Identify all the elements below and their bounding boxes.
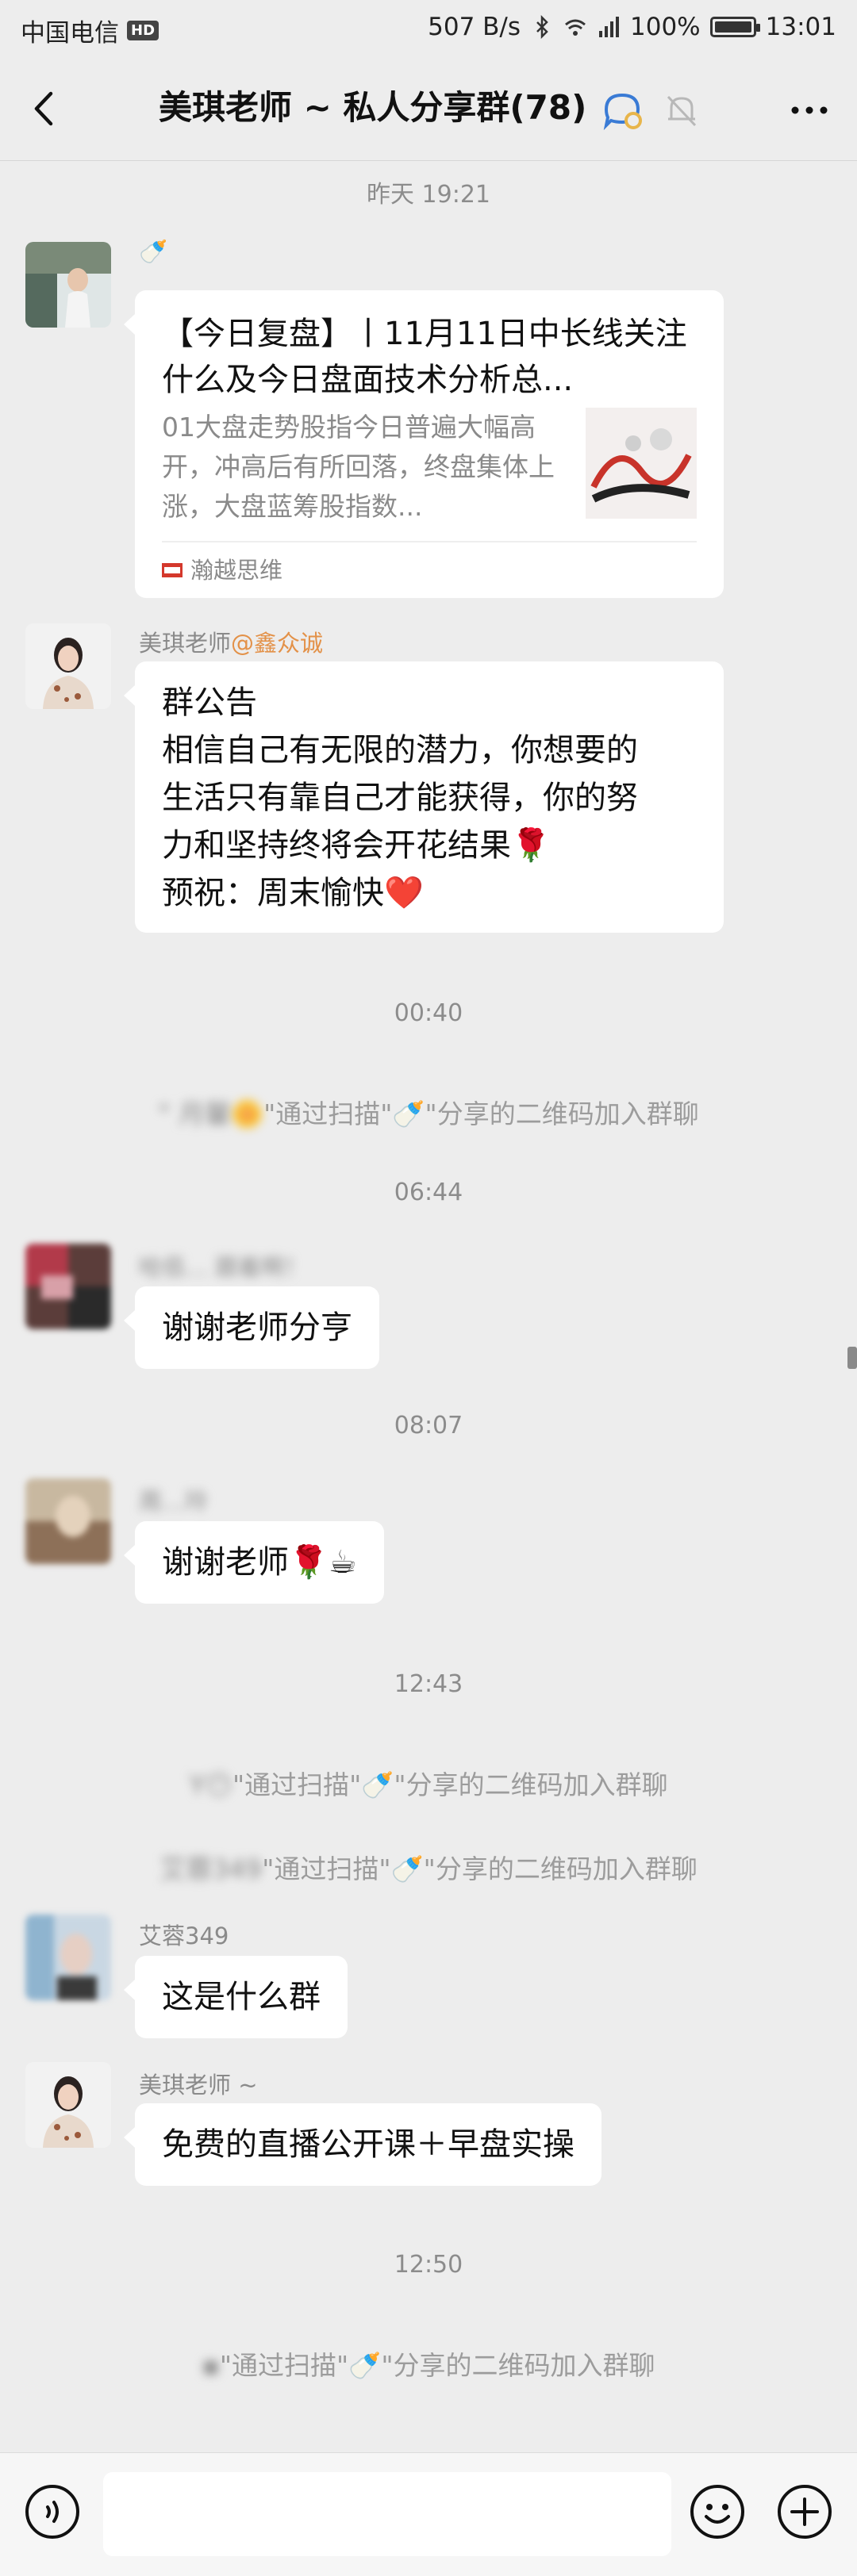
join-text: "通过扫描"🍼"分享的二维码加入群聊 bbox=[263, 1098, 699, 1129]
join-text: "通过扫描"🍼"分享的二维码加入群聊 bbox=[232, 1769, 668, 1800]
announcement-bubble[interactable]: 群公告 相信自己有无限的潜力，你想要的 生活只有靠自己才能获得，你的努 力和坚持… bbox=[124, 661, 724, 933]
more-options-icon[interactable] bbox=[786, 90, 833, 130]
system-join-notice: Y😶"通过扫描"🍼"分享的二维码加入群聊 bbox=[0, 1764, 857, 1802]
group-chat-icon[interactable] bbox=[601, 89, 644, 132]
timestamp: 08:07 bbox=[394, 1412, 463, 1439]
sender-name: 美琪老师@鑫众诚 bbox=[139, 630, 324, 657]
system-join-notice: 艾蓉349"通过扫描"🍼"分享的二维码加入群聊 bbox=[0, 1848, 857, 1886]
system-join-notice: " 月馨🌼"通过扫描"🍼"分享的二维码加入群聊 bbox=[0, 1093, 857, 1131]
card-source-name: 瀚越思维 bbox=[190, 557, 283, 584]
blurred-username[interactable]: ▪ bbox=[202, 2350, 220, 2381]
message-bubble[interactable]: 谢谢老师分亨 bbox=[124, 1286, 379, 1369]
avatar[interactable] bbox=[25, 1244, 111, 1329]
blurred-username[interactable]: Y😶 bbox=[189, 1769, 233, 1800]
system-join-notice: ▪"通过扫描"🍼"分享的二维码加入群聊 bbox=[0, 2344, 857, 2382]
battery-icon bbox=[709, 17, 760, 37]
message-bubble[interactable]: 免费的直播公开课＋早盘实操 bbox=[124, 2103, 601, 2186]
blurred-username[interactable]: 艾蓉349 bbox=[159, 1848, 262, 1886]
announcement-line: 力和坚持终将会开花结果🌹 bbox=[162, 827, 551, 864]
announcement-heading: 群公告 bbox=[162, 684, 257, 721]
bluetooth-icon bbox=[536, 15, 548, 39]
battery-percent: 100% bbox=[630, 13, 701, 41]
mute-bell-icon[interactable] bbox=[660, 89, 703, 132]
hd-badge: HD bbox=[127, 21, 159, 40]
announcement-line: 相信自己有无限的潜力，你想要的 bbox=[162, 732, 638, 769]
scrollbar[interactable] bbox=[847, 1347, 857, 1369]
timestamp: 06:44 bbox=[394, 1179, 463, 1206]
sender-name: 美琪老师 ~ bbox=[139, 2072, 258, 2099]
card-description: 01大盘走势股指今日普遍大幅高开，冲高后有所回落，终盘集体上涨，大盘蓝筹股指数.… bbox=[162, 412, 555, 522]
sender-name: 艾蓉349 bbox=[139, 1922, 229, 1949]
message-text: 谢谢老师分亨 bbox=[162, 1309, 352, 1346]
timestamp: 12:50 bbox=[394, 2251, 463, 2279]
card-thumbnail bbox=[586, 408, 697, 519]
source-logo-icon bbox=[162, 563, 183, 577]
input-bar bbox=[0, 2452, 857, 2576]
network-speed: 507 B/s bbox=[428, 13, 521, 41]
message-text: 谢谢老师🌹☕ bbox=[162, 1544, 357, 1581]
emoji-icon[interactable] bbox=[689, 2483, 746, 2540]
sender-icon: 🍼 bbox=[139, 238, 168, 265]
clock: 13:01 bbox=[765, 13, 836, 41]
status-bar: 中国电信 HD 507 B/s 100% 13:01 bbox=[0, 0, 857, 57]
card-title: 【今日复盘】丨11月11日中长线关注什么及今日盘面技术分析总... bbox=[162, 316, 687, 398]
more-functions-plus-icon[interactable] bbox=[776, 2483, 833, 2540]
avatar[interactable] bbox=[25, 242, 111, 328]
mention[interactable]: @鑫众诚 bbox=[231, 630, 323, 657]
message-text: 这是什么群 bbox=[162, 1979, 321, 2015]
blurred-username[interactable]: " 月馨🌼 bbox=[158, 1093, 263, 1131]
voice-input-icon[interactable] bbox=[24, 2483, 81, 2540]
card-source[interactable]: 瀚越思维 bbox=[162, 541, 697, 598]
chat-header: 美琪老师 ~ 私人分享群(78) bbox=[0, 57, 857, 161]
message-input[interactable] bbox=[103, 2472, 671, 2556]
announcement-line: 预祝：周末愉快❤️ bbox=[162, 875, 424, 911]
signal-icon bbox=[599, 17, 620, 37]
message-bubble[interactable]: 这是什么群 bbox=[124, 1956, 348, 2038]
announcement-line: 生活只有靠自己才能获得，你的努 bbox=[162, 780, 638, 816]
sender-name: 周…玲 bbox=[139, 1488, 209, 1515]
avatar[interactable] bbox=[25, 1478, 111, 1564]
avatar[interactable] bbox=[25, 2062, 111, 2148]
back-arrow-icon[interactable] bbox=[24, 87, 67, 130]
avatar[interactable] bbox=[25, 623, 111, 709]
avatar[interactable] bbox=[25, 1915, 111, 2000]
timestamp: 12:43 bbox=[394, 1670, 463, 1698]
timestamp: 00:40 bbox=[394, 999, 463, 1027]
join-text: "通过扫描"🍼"分享的二维码加入群聊 bbox=[262, 1853, 698, 1884]
wifi-icon bbox=[565, 19, 586, 36]
link-card[interactable]: 【今日复盘】丨11月11日中长线关注什么及今日盘面技术分析总... 01大盘走势… bbox=[124, 290, 724, 598]
sender-name: 哈佰… 跟着啊！ bbox=[139, 1254, 308, 1281]
battery-fill bbox=[714, 21, 751, 33]
message-text: 免费的直播公开课＋早盘实操 bbox=[162, 2126, 575, 2163]
chat-title: 美琪老师 ~ 私人分享群(78) bbox=[159, 88, 587, 127]
message-bubble[interactable]: 谢谢老师🌹☕ bbox=[124, 1521, 384, 1604]
join-text: "通过扫描"🍼"分享的二维码加入群聊 bbox=[219, 2350, 655, 2381]
carrier-label: 中国电信 bbox=[21, 19, 119, 48]
timestamp: 昨天 19:21 bbox=[367, 181, 490, 209]
